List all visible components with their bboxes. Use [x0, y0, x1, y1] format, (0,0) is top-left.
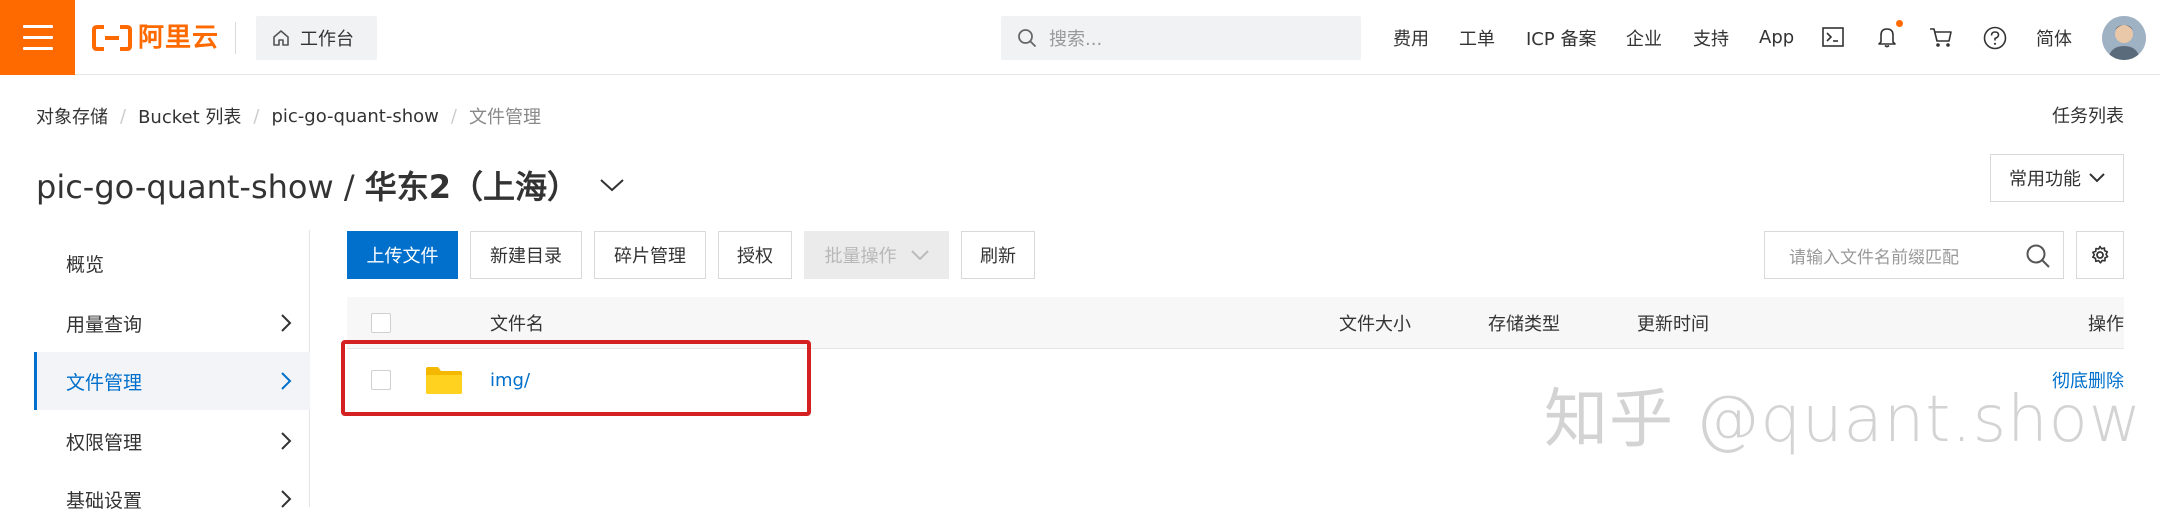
chevron-right-icon	[281, 314, 292, 332]
nav-app[interactable]: App	[1759, 0, 1794, 75]
breadcrumb-oss[interactable]: 对象存储	[36, 103, 108, 129]
help-icon[interactable]	[1983, 26, 2007, 50]
chevron-down-icon[interactable]	[599, 177, 625, 193]
nav-fees[interactable]: 费用	[1393, 0, 1429, 75]
breadcrumb-current: 文件管理	[468, 107, 541, 128]
sidebar-item-label: 用量查询	[66, 313, 143, 336]
terminal-icon[interactable]	[1822, 27, 1844, 47]
task-list-link[interactable]: 任务列表	[2052, 102, 2124, 128]
language-label: 简体	[2036, 28, 2072, 50]
sidebar-item-label: 概览	[66, 253, 105, 276]
sidebar-item-overview[interactable]: 概览	[34, 234, 310, 292]
new-directory-button[interactable]: 新建目录	[470, 231, 582, 279]
bell-icon[interactable]	[1877, 26, 1897, 48]
aliyun-logo-mark	[92, 25, 132, 51]
bucket-name: pic-go-quant-show	[36, 168, 334, 206]
cart-icon[interactable]	[1929, 27, 1953, 49]
common-functions-label: 常用功能	[2009, 169, 2081, 190]
menu-icon[interactable]	[0, 0, 75, 75]
sidebar-item-usage[interactable]: 用量查询	[34, 294, 310, 352]
chevron-down-icon	[910, 250, 929, 261]
top-bar: 阿里云 工作台 搜索... 费用 工单 ICP 备案 企业 支持 App 简体	[0, 0, 2160, 75]
language-switch[interactable]: 简体	[2036, 0, 2072, 75]
nav-ticket[interactable]: 工单	[1459, 0, 1495, 75]
nav-app-label: App	[1759, 27, 1795, 48]
column-updated-time: 更新时间	[1637, 314, 1709, 335]
notification-dot	[1896, 20, 1903, 27]
nav-enterprise[interactable]: 企业	[1626, 0, 1662, 75]
nav-fees-label: 费用	[1393, 28, 1429, 50]
global-search-input[interactable]: 搜索...	[1001, 16, 1361, 60]
breadcrumb-separator: /	[450, 105, 457, 127]
common-functions-button[interactable]: 常用功能	[1990, 154, 2124, 202]
sidebar-item-label: 权限管理	[66, 431, 143, 454]
highlight-box	[341, 340, 811, 416]
search-icon	[1018, 29, 1037, 48]
prefix-filter-input[interactable]: 请输入文件名前缀匹配	[1764, 231, 2064, 279]
batch-operation-label: 批量操作	[824, 246, 897, 267]
column-actions: 操作	[2088, 314, 2124, 335]
column-storage-class: 存储类型	[1488, 314, 1560, 335]
chevron-right-icon	[281, 490, 292, 508]
nav-enterprise-label: 企业	[1626, 28, 1662, 50]
sidebar-item-label: 基础设置	[66, 489, 143, 512]
home-icon	[273, 30, 289, 46]
file-toolbar: 上传文件 新建目录 碎片管理 授权 批量操作 刷新	[347, 231, 1035, 279]
breadcrumb-bucket-list[interactable]: Bucket 列表	[138, 103, 241, 129]
aliyun-logo[interactable]: 阿里云	[92, 21, 219, 55]
settings-button[interactable]	[2076, 231, 2124, 279]
brand-name: 阿里云	[138, 23, 220, 53]
nav-support[interactable]: 支持	[1693, 0, 1729, 75]
nav-support-label: 支持	[1693, 28, 1729, 50]
nav-icp-label: ICP 备案	[1526, 28, 1597, 50]
sidebar-item-files[interactable]: 文件管理	[34, 352, 310, 410]
sidebar-item-settings[interactable]: 基础设置	[34, 470, 310, 528]
column-size: 文件大小	[1339, 314, 1411, 335]
title-separator: /	[343, 168, 355, 206]
divider	[235, 22, 236, 54]
breadcrumb: 对象存储 / Bucket 列表 / pic-go-quant-show / 文…	[36, 103, 541, 129]
nav-icp[interactable]: ICP 备案	[1526, 0, 1596, 75]
fragment-management-button[interactable]: 碎片管理	[594, 231, 706, 279]
avatar[interactable]	[2102, 16, 2146, 60]
upload-file-button[interactable]: 上传文件	[347, 231, 458, 279]
search-placeholder: 搜索...	[1049, 29, 1103, 50]
breadcrumb-separator: /	[253, 105, 260, 127]
chevron-right-icon	[281, 372, 292, 390]
sidebar: 概览 用量查询 文件管理 权限管理 基础设置	[0, 230, 310, 512]
batch-operation-button[interactable]: 批量操作	[804, 231, 949, 279]
authorize-button[interactable]: 授权	[718, 231, 792, 279]
chevron-down-icon	[2089, 173, 2105, 183]
sidebar-item-permissions[interactable]: 权限管理	[34, 412, 310, 470]
nav-ticket-label: 工单	[1459, 28, 1495, 50]
user-avatar-image	[2102, 16, 2146, 60]
chevron-right-icon	[281, 432, 292, 450]
workbench-label: 工作台	[300, 29, 354, 50]
breadcrumb-separator: /	[120, 105, 127, 127]
select-all-checkbox[interactable]	[371, 313, 391, 333]
watermark-text: 知乎 @quant.show	[1544, 383, 2143, 457]
gear-icon	[2092, 245, 2109, 264]
sidebar-item-label: 文件管理	[66, 371, 143, 394]
region-name: 华东2（上海）	[364, 168, 580, 206]
refresh-button[interactable]: 刷新	[961, 231, 1035, 279]
workbench-button[interactable]: 工作台	[256, 16, 377, 60]
breadcrumb-bucket[interactable]: pic-go-quant-show	[271, 106, 438, 127]
search-icon[interactable]	[2025, 243, 2051, 269]
page-title: pic-go-quant-show / 华东2（上海）	[36, 162, 625, 208]
filter-placeholder: 请输入文件名前缀匹配	[1789, 247, 1959, 268]
